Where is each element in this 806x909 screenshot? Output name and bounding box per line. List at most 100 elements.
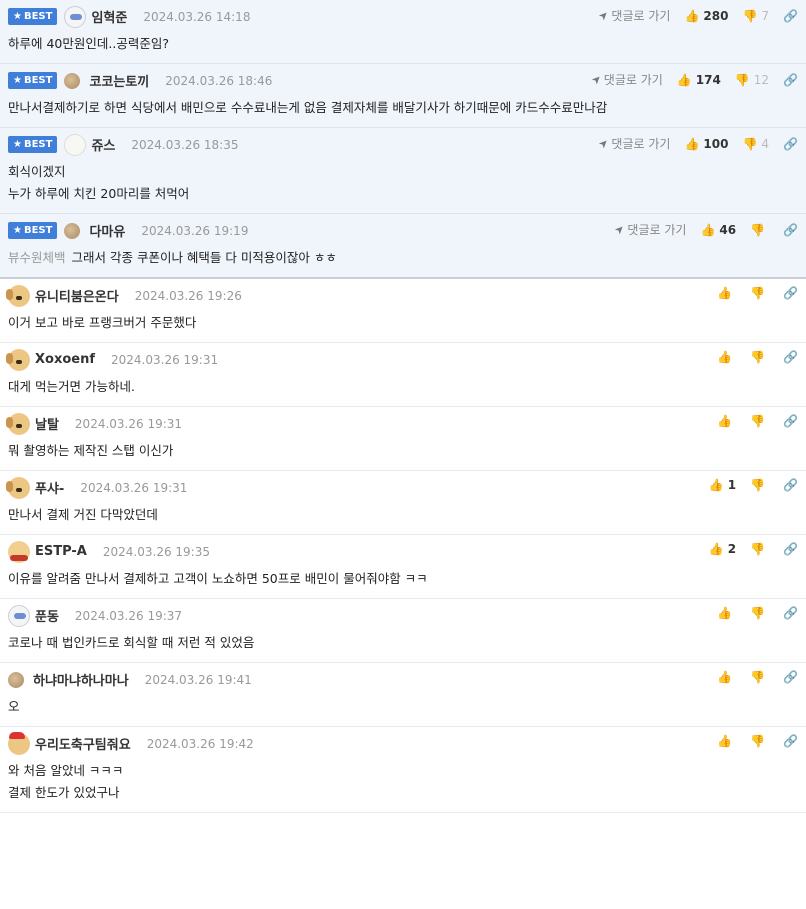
avatar[interactable]: [8, 604, 30, 627]
comment-body: 회식이겠지 누가 하루에 치킨 20마리를 처먹어: [8, 161, 798, 213]
comment-actions: 👍 👍 🔗: [717, 670, 798, 684]
author-name[interactable]: 다마유: [89, 221, 125, 240]
dislike-button[interactable]: 👍 4: [742, 137, 769, 151]
share-link-icon[interactable]: 🔗: [783, 542, 798, 556]
go-to-reply-link[interactable]: ➤ 댓글로 가기: [596, 7, 670, 24]
like-button[interactable]: 👍: [717, 606, 736, 620]
share-link-icon[interactable]: 🔗: [783, 9, 798, 23]
go-to-reply-link[interactable]: ➤ 댓글로 가기: [612, 221, 687, 238]
go-to-reply-label: 댓글로 가기: [627, 223, 687, 237]
like-button[interactable]: 👍: [717, 734, 736, 748]
go-to-reply-link[interactable]: ➤ 댓글로 가기: [588, 71, 662, 88]
avatar[interactable]: [6, 476, 30, 499]
author-name[interactable]: 우리도축구팀줘요: [35, 734, 131, 753]
thumbs-down-icon: 👍: [750, 286, 766, 300]
author-name[interactable]: 쥬스: [91, 135, 115, 154]
comment-actions: ➤ 댓글로 가기 👍 174 👍 12 🔗: [588, 71, 798, 88]
best-badge-label: BEST: [23, 139, 53, 150]
dislike-button[interactable]: 👍: [750, 350, 769, 364]
share-link-icon[interactable]: 🔗: [783, 223, 798, 237]
comment-text: 오: [8, 699, 20, 714]
star-icon: ★: [13, 75, 22, 86]
author-name[interactable]: Xoxoenf: [35, 352, 95, 367]
like-button[interactable]: 👍 2: [709, 542, 736, 556]
avatar[interactable]: [6, 348, 30, 371]
arrow-icon: ➤: [595, 135, 612, 152]
thumbs-up-icon: 👍: [717, 414, 733, 428]
like-button[interactable]: 👍 100: [684, 137, 728, 151]
author-name[interactable]: 푼동: [35, 606, 59, 625]
avatar[interactable]: [6, 412, 30, 435]
comment-item: ★ BEST 임혁준 2024.03.26 14:18 ➤ 댓글로 가기 👍 280 👍 7 🔗 하루…: [0, 0, 806, 64]
author-name[interactable]: ESTP-A: [35, 544, 87, 559]
share-link-icon[interactable]: 🔗: [783, 414, 798, 428]
comment-text: 만나서결제하기로 하면 식당에서 배민으로 수수료내는게 없음 결제자체를 배달…: [8, 100, 608, 115]
author-name[interactable]: 하냐마냐하나마나: [33, 670, 129, 689]
author-name[interactable]: 푸샤-: [35, 478, 64, 497]
go-to-reply-link[interactable]: ➤ 댓글로 가기: [595, 135, 670, 152]
like-button[interactable]: 👍: [717, 414, 736, 428]
like-button[interactable]: 👍 1: [709, 478, 736, 492]
share-link-icon[interactable]: 🔗: [783, 606, 798, 620]
share-link-icon[interactable]: 🔗: [783, 734, 798, 748]
author-name[interactable]: 날탈: [35, 414, 59, 433]
author-name[interactable]: 유니티붐은온다: [35, 286, 119, 305]
best-badge: ★ BEST: [8, 8, 58, 25]
share-link-icon[interactable]: 🔗: [783, 137, 798, 151]
like-button[interactable]: 👍: [717, 286, 736, 300]
comment-text: 와 처음 알았네 ㅋㅋㅋ 결제 한도가 있었구나: [8, 763, 124, 800]
comment-actions: 👍 1 👍 🔗: [709, 478, 798, 492]
star-icon: ★: [13, 225, 22, 236]
avatar[interactable]: [64, 133, 87, 156]
thumbs-up-icon: 👍: [684, 8, 700, 23]
dislike-button[interactable]: 👍: [750, 734, 769, 748]
dislike-button[interactable]: 👍: [750, 478, 769, 492]
share-link-icon[interactable]: 🔗: [783, 670, 798, 684]
avatar[interactable]: [64, 222, 81, 239]
like-button[interactable]: 👍 46: [700, 223, 736, 237]
share-link-icon[interactable]: 🔗: [783, 73, 798, 87]
comment-body: 하루에 40만원인데..공력준임?: [8, 33, 798, 63]
comment-actions: 👍 2 👍 🔗: [709, 542, 798, 556]
like-count: 46: [719, 222, 737, 237]
reply-recipient[interactable]: 뷰수원체백: [8, 250, 66, 265]
thumbs-up-icon: 👍: [676, 72, 692, 87]
comment-date: 2024.03.26 18:46: [165, 73, 273, 88]
comment-item: 우리도축구팀줘요 2024.03.26 19:42 👍 👍 🔗 와 처음 알았네 ㅋㅋㅋ …: [0, 727, 806, 813]
share-link-icon[interactable]: 🔗: [783, 286, 798, 300]
comment-header: 하냐마냐하나마나 2024.03.26 19:41: [8, 663, 798, 696]
like-button[interactable]: 👍 174: [677, 73, 721, 87]
comment-date: 2024.03.26 19:19: [141, 223, 249, 238]
comment-actions: ➤ 댓글로 가기 👍 280 👍 7 🔗: [596, 7, 798, 24]
comment-list: ★ BEST 임혁준 2024.03.26 14:18 ➤ 댓글로 가기 👍 280 👍 7 🔗 하루…: [0, 0, 806, 909]
dislike-button[interactable]: 👍: [750, 670, 769, 684]
dislike-button[interactable]: 👍: [750, 286, 769, 300]
like-count: 280: [703, 8, 729, 23]
avatar[interactable]: [64, 5, 87, 28]
avatar[interactable]: [8, 731, 30, 755]
like-button[interactable]: 👍: [717, 670, 736, 684]
dislike-button[interactable]: 👍: [750, 542, 769, 556]
comment-actions: 👍 👍 🔗: [717, 606, 798, 620]
share-link-icon[interactable]: 🔗: [783, 478, 798, 492]
comment-date: 2024.03.26 19:31: [111, 352, 219, 367]
avatar[interactable]: [8, 540, 30, 563]
dislike-button[interactable]: 👍: [750, 414, 769, 428]
like-button[interactable]: 👍 280: [684, 9, 728, 23]
comment-body: 이유를 알려줌 만나서 결제하고 고객이 노쇼하면 50프로 배민이 물어줘야함…: [8, 568, 798, 598]
arrow-icon: ➤: [588, 71, 605, 88]
avatar[interactable]: [64, 72, 81, 89]
avatar[interactable]: [8, 671, 24, 688]
avatar[interactable]: [6, 284, 30, 307]
dislike-button[interactable]: 👍 12: [735, 73, 769, 87]
dislike-button[interactable]: 👍: [750, 223, 769, 237]
comment-date: 2024.03.26 19:35: [102, 544, 210, 559]
dislike-button[interactable]: 👍 7: [742, 9, 769, 23]
share-link-icon[interactable]: 🔗: [783, 350, 798, 364]
comment-text: 대게 먹는거면 가능하네.: [8, 379, 135, 394]
comment-date: 2024.03.26 19:31: [74, 416, 183, 431]
like-button[interactable]: 👍: [717, 350, 736, 364]
author-name[interactable]: 코코는토끼: [89, 71, 149, 90]
author-name[interactable]: 임혁준: [91, 7, 127, 26]
dislike-button[interactable]: 👍: [750, 606, 769, 620]
